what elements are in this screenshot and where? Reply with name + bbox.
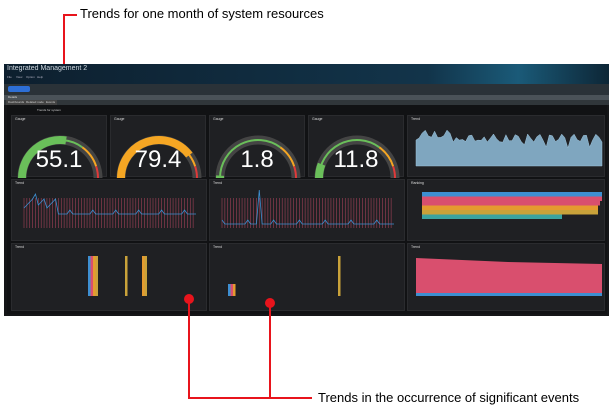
menu-option[interactable]: Option <box>26 75 35 79</box>
event-bar <box>144 256 147 296</box>
gauge-panel: Gauge 11.8 <box>308 115 404 178</box>
breadcrumb: Trends for system <box>37 108 61 112</box>
ranking-bar <box>422 210 598 215</box>
gauge-panel: Gauge 1.8 <box>209 115 305 178</box>
trend-area <box>415 129 603 167</box>
annotation-line-top-h <box>63 14 77 16</box>
annotation-line <box>188 300 190 399</box>
gauge-panel: Gauge 79.4 <box>110 115 206 178</box>
ranking-bar <box>422 205 598 210</box>
annotation-line-h <box>188 397 312 399</box>
event-bar <box>338 256 341 296</box>
annotation-bottom-text: Trends in the occurrence of significant … <box>318 390 580 405</box>
gauge-value: 55.1 <box>35 146 83 173</box>
event-bar <box>142 256 145 296</box>
event-bar <box>228 284 231 296</box>
ranking-bar <box>422 201 600 206</box>
menu-file[interactable]: File <box>7 75 12 79</box>
event-bar <box>233 284 236 296</box>
trend-area-blue <box>416 293 602 296</box>
trend-panel: Trend <box>209 179 405 241</box>
event-bar <box>88 256 91 296</box>
app-header: Integrated Management 2 File View Option… <box>4 64 609 84</box>
dashboard-area: Trends for system Gauge 55.1 Gauge 79.4 Gaug… <box>7 105 607 314</box>
ranking-bar <box>422 192 602 197</box>
gauge-value: 11.8 <box>333 146 379 173</box>
event-bar <box>93 256 96 296</box>
trend-panel: Trend <box>407 115 605 177</box>
event-bar <box>125 256 128 296</box>
annotation-line <box>269 304 271 399</box>
gauge-value: 79.4 <box>134 146 182 173</box>
event-bar <box>95 256 98 296</box>
gauge-value: 1.8 <box>240 146 274 173</box>
toolbar <box>4 84 609 95</box>
ranking-bar <box>422 196 602 201</box>
dashboard-screenshot: Integrated Management 2 File View Option… <box>4 64 609 316</box>
ranking-bar <box>422 214 562 219</box>
menu-help[interactable]: Help <box>37 75 43 79</box>
trend-panel: Trend <box>209 243 405 311</box>
trend-panel: Trend <box>11 243 207 311</box>
gauge-panel: Gauge 55.1 <box>11 115 107 178</box>
event-bar <box>230 284 233 296</box>
trend-panel: Trend <box>407 243 605 311</box>
ranking-panel: Ranking <box>407 179 605 241</box>
trend-panel: Trend <box>11 179 207 241</box>
menu-view[interactable]: View <box>16 75 22 79</box>
app-title: Integrated Management 2 <box>7 65 88 72</box>
trend-area <box>416 258 602 296</box>
event-bar <box>90 256 93 296</box>
toolbar-button[interactable] <box>8 86 30 92</box>
annotation-top-text: Trends for one month of system resources <box>80 6 324 21</box>
